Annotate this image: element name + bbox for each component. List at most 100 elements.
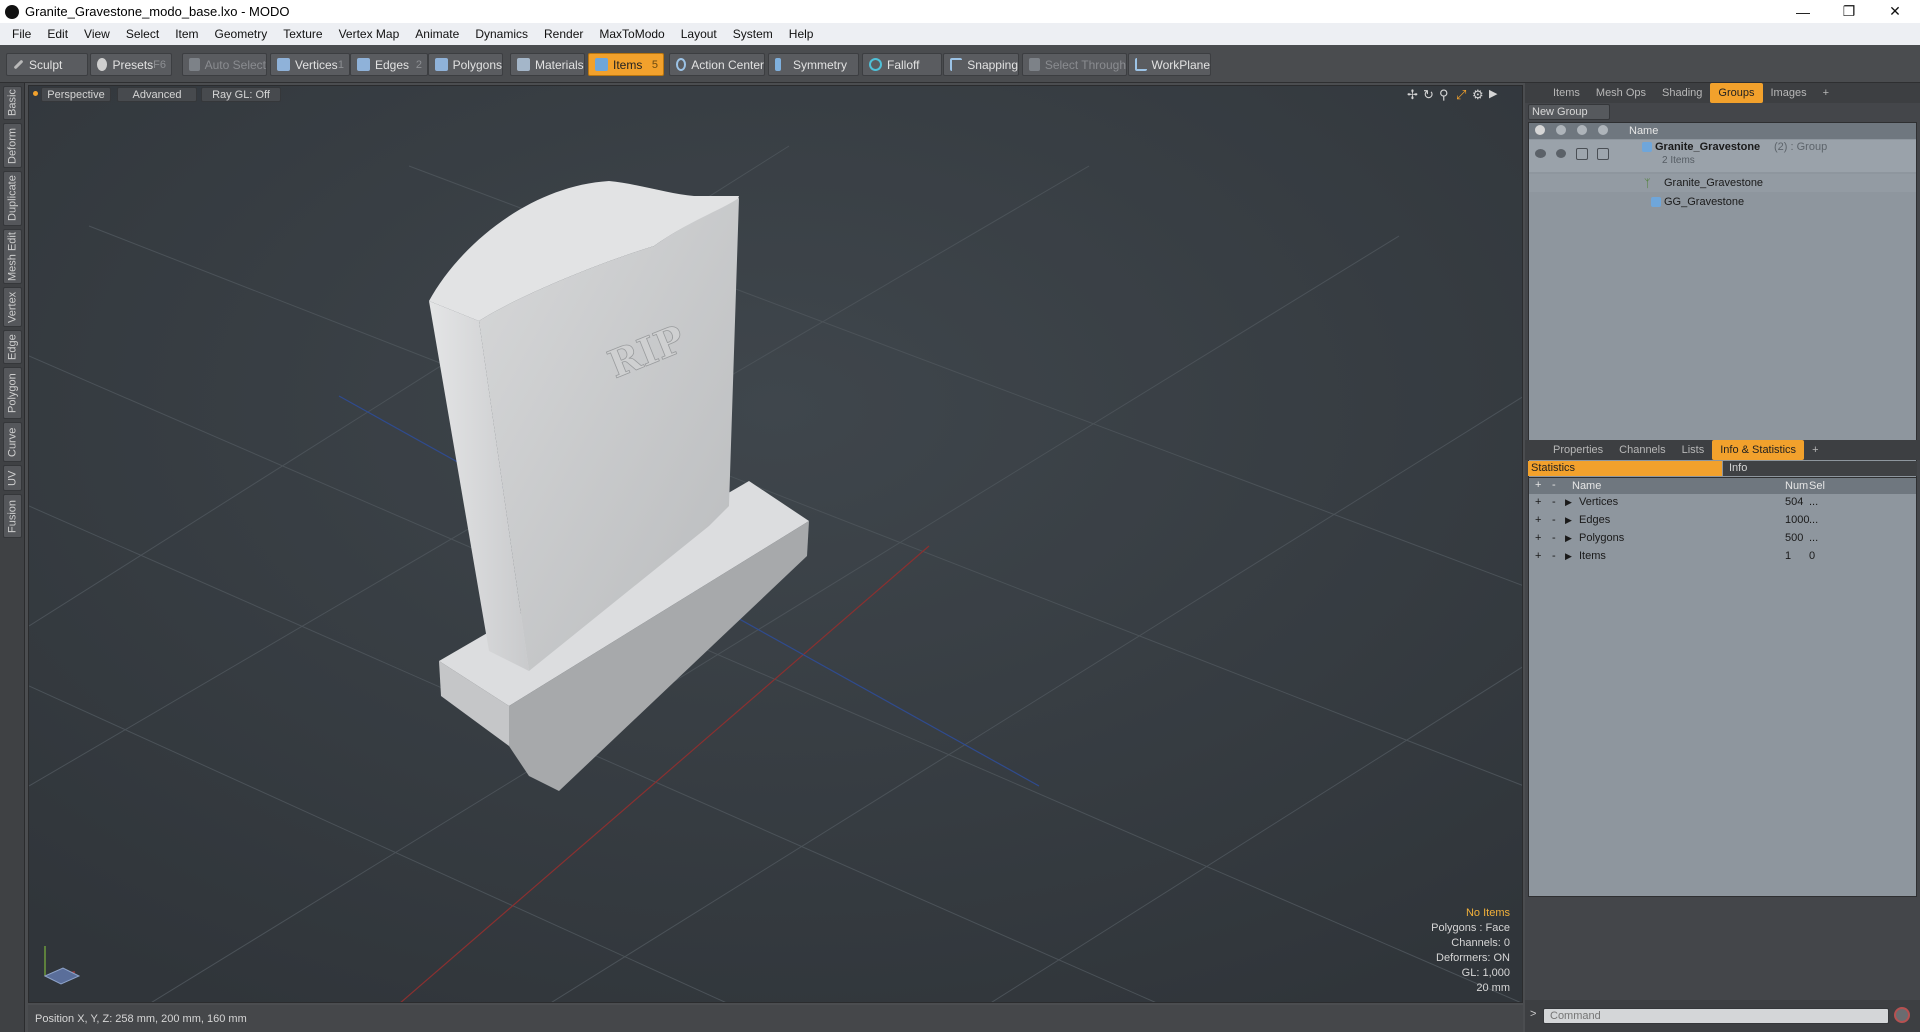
action-center-button[interactable]: Action Center <box>669 53 765 76</box>
presets-button[interactable]: Presets F6 <box>90 53 172 76</box>
tab-deform[interactable]: Deform <box>3 123 22 168</box>
tab-vertex[interactable]: Vertex <box>3 287 22 327</box>
stats-row[interactable]: + - ▶ Polygons 500 ... <box>1529 529 1916 547</box>
row-remove-icon[interactable]: - <box>1552 550 1556 562</box>
collapse-all-icon[interactable]: - <box>1552 479 1556 491</box>
falloff-button[interactable]: Falloff <box>862 53 942 76</box>
tab-edge[interactable]: Edge <box>3 330 22 364</box>
close-icon[interactable]: ✕ <box>1872 0 1918 23</box>
row-add-icon[interactable]: + <box>1535 550 1541 562</box>
tab-shading[interactable]: Shading <box>1654 83 1710 103</box>
info-subtab[interactable]: Info <box>1723 461 1917 476</box>
tab-mesh-ops[interactable]: Mesh Ops <box>1588 83 1654 103</box>
stats-row[interactable]: + - ▶ Vertices 504 ... <box>1529 493 1916 511</box>
menu-geometry[interactable]: Geometry <box>207 23 276 45</box>
view-perspective-button[interactable]: Perspective <box>41 87 111 102</box>
menu-file[interactable]: File <box>4 23 39 45</box>
polygons-mode-label: Polygons : Face <box>1431 922 1510 934</box>
items-button[interactable]: Items 5 <box>588 53 664 76</box>
row-remove-icon[interactable]: - <box>1552 514 1556 526</box>
menu-vertex-map[interactable]: Vertex Map <box>331 23 408 45</box>
right-panel: Items Mesh Ops Shading Groups Images + N… <box>1525 83 1920 1032</box>
rotate-icon[interactable]: ↻ <box>1423 87 1434 103</box>
stats-row[interactable]: + - ▶ Edges 1000 ... <box>1529 511 1916 529</box>
add-tab-icon[interactable]: + <box>1804 440 1826 460</box>
tab-mesh-edit[interactable]: Mesh Edit <box>3 229 22 284</box>
menu-maxtomodo[interactable]: MaxToModo <box>591 23 672 45</box>
command-bar: > <box>1525 1000 1920 1032</box>
tab-polygon[interactable]: Polygon <box>3 367 22 419</box>
select-through-button[interactable]: Select Through <box>1022 53 1127 76</box>
expand-arrow-icon[interactable]: ▶ <box>1565 533 1572 544</box>
expand-arrow-icon[interactable]: ▶ <box>1565 515 1572 526</box>
menu-texture[interactable]: Texture <box>275 23 330 45</box>
minimize-icon[interactable]: — <box>1780 0 1826 23</box>
edges-icon <box>357 58 370 71</box>
tab-groups[interactable]: Groups <box>1710 83 1763 103</box>
group-child-row[interactable]: GG_Gravestone <box>1529 193 1916 211</box>
tab-properties[interactable]: Properties <box>1545 440 1611 460</box>
row-remove-icon[interactable]: - <box>1552 532 1556 544</box>
materials-button[interactable]: Materials <box>510 53 585 76</box>
add-tab-icon[interactable]: + <box>1815 83 1837 103</box>
menu-item[interactable]: Item <box>167 23 206 45</box>
expand-all-icon[interactable]: + <box>1535 479 1541 491</box>
viewport-info-overlay: No Items Polygons : Face Channels: 0 Def… <box>1431 906 1510 996</box>
tab-duplicate[interactable]: Duplicate <box>3 171 22 226</box>
settings-gear-icon[interactable]: ⚙ <box>1472 87 1484 103</box>
auto-select-button[interactable]: Auto Select <box>182 53 267 76</box>
menu-system[interactable]: System <box>725 23 781 45</box>
tab-items[interactable]: Items <box>1545 83 1588 103</box>
tab-lists[interactable]: Lists <box>1674 440 1713 460</box>
eye-icon[interactable] <box>1535 149 1546 158</box>
snapping-button[interactable]: Snapping <box>943 53 1019 76</box>
workplane-button[interactable]: WorkPlane <box>1128 53 1211 76</box>
tab-curve[interactable]: Curve <box>3 422 22 462</box>
command-input[interactable] <box>1543 1008 1889 1024</box>
row-remove-icon[interactable]: - <box>1552 496 1556 508</box>
symmetry-button[interactable]: Symmetry <box>768 53 859 76</box>
shading-advanced-button[interactable]: Advanced <box>117 87 197 102</box>
new-group-button[interactable]: New Group <box>1528 104 1610 120</box>
tab-basic[interactable]: Basic <box>3 86 22 120</box>
tab-channels[interactable]: Channels <box>1611 440 1673 460</box>
lock-checkbox[interactable] <box>1576 148 1588 160</box>
statistics-subtab[interactable]: Statistics <box>1528 461 1722 476</box>
stats-row[interactable]: + - ▶ Items 1 0 <box>1529 547 1916 565</box>
menu-animate[interactable]: Animate <box>407 23 467 45</box>
fit-icon[interactable]: ⤢ <box>1456 87 1466 103</box>
tab-images[interactable]: Images <box>1763 83 1815 103</box>
polygons-button[interactable]: Polygons <box>428 53 503 76</box>
render-toggle-icon[interactable] <box>1556 149 1566 158</box>
expand-arrow-icon[interactable]: ▶ <box>1565 497 1572 508</box>
menu-view[interactable]: View <box>76 23 118 45</box>
row-add-icon[interactable]: + <box>1535 532 1541 544</box>
sculpt-button[interactable]: Sculpt <box>6 53 88 76</box>
vertices-button[interactable]: Vertices 1 <box>270 53 350 76</box>
menu-dynamics[interactable]: Dynamics <box>467 23 536 45</box>
expand-arrow-icon[interactable]: ▶ <box>1565 551 1572 562</box>
menu-render[interactable]: Render <box>536 23 591 45</box>
raygl-button[interactable]: Ray GL: Off <box>201 87 281 102</box>
menu-edit[interactable]: Edit <box>39 23 76 45</box>
zoom-icon[interactable]: ⚲ <box>1439 87 1449 103</box>
pan-icon[interactable]: ✢ <box>1407 87 1418 103</box>
visibility-header-icon <box>1535 125 1545 135</box>
record-icon[interactable] <box>1894 1007 1910 1023</box>
group-row[interactable]: Granite_Gravestone (2) : Group 2 Items <box>1529 140 1916 172</box>
menu-help[interactable]: Help <box>781 23 822 45</box>
menu-select[interactable]: Select <box>118 23 167 45</box>
group-child-row[interactable]: ᛉ Granite_Gravestone <box>1529 174 1916 192</box>
group-name: Granite_Gravestone <box>1655 141 1761 153</box>
tab-fusion[interactable]: Fusion <box>3 494 22 538</box>
expand-arrow-icon[interactable]: ▶ <box>1489 87 1497 100</box>
row-add-icon[interactable]: + <box>1535 496 1541 508</box>
tab-uv[interactable]: UV <box>3 465 22 491</box>
edges-button[interactable]: Edges 2 <box>350 53 428 76</box>
tab-info-statistics[interactable]: Info & Statistics <box>1712 440 1805 460</box>
menu-layout[interactable]: Layout <box>673 23 725 45</box>
row-add-icon[interactable]: + <box>1535 514 1541 526</box>
select-checkbox[interactable] <box>1597 148 1609 160</box>
restore-icon[interactable]: ❐ <box>1826 0 1872 23</box>
3d-viewport[interactable]: RIP Perspective Advanced Ray GL: Off ✢ ↻… <box>28 85 1523 1003</box>
